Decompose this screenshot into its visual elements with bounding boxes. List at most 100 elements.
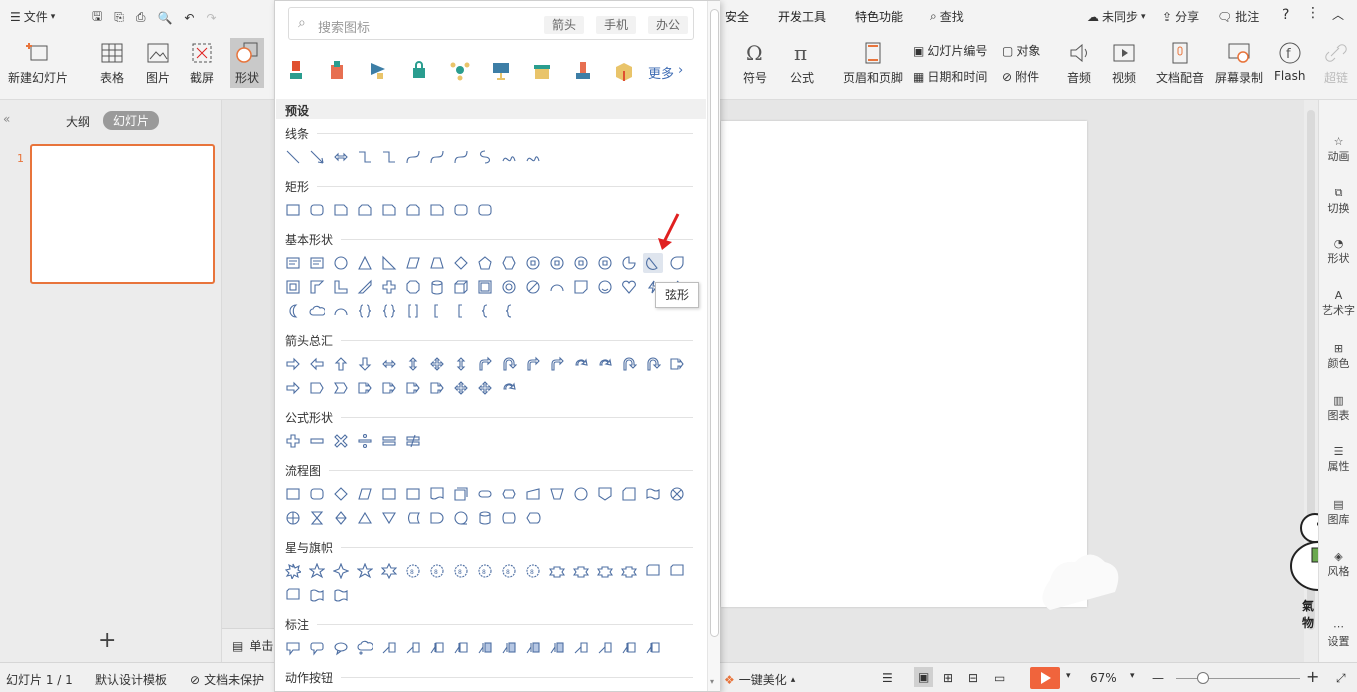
shape-offpage-icon[interactable] xyxy=(595,484,615,504)
shape-arc-icon[interactable] xyxy=(547,277,567,297)
shape-callrect-icon[interactable] xyxy=(283,638,303,658)
save-icon[interactable]: 🖫 xyxy=(92,7,102,28)
presenter-view-icon[interactable]: ▭ xyxy=(994,671,1005,685)
shape-rrect-icon[interactable] xyxy=(307,200,327,220)
formula-button[interactable]: π 公式 xyxy=(789,40,815,86)
shape-wave-icon[interactable] xyxy=(307,585,327,605)
shape-num-icon[interactable] xyxy=(523,253,543,273)
picture-button[interactable]: 图片 xyxy=(145,40,171,86)
search-input[interactable]: 搜索图标 xyxy=(318,17,370,36)
shape-divide-icon[interactable] xyxy=(355,431,375,451)
hyperlink-button[interactable]: 超链 xyxy=(1323,40,1349,86)
shape-fold-icon[interactable] xyxy=(571,277,591,297)
slide-canvas[interactable] xyxy=(721,121,1087,607)
play-button[interactable] xyxy=(1030,667,1060,689)
shape-quad-icon[interactable] xyxy=(451,378,471,398)
find-button[interactable]: ⌕ 查找 xyxy=(930,8,964,25)
shape-circle-icon[interactable] xyxy=(571,484,591,504)
shape-lrarrow-icon[interactable] xyxy=(379,354,399,374)
shape-callbar-icon[interactable] xyxy=(427,638,447,658)
shape-minus-icon[interactable] xyxy=(307,431,327,451)
shape-callline-icon[interactable] xyxy=(379,638,399,658)
object-button[interactable]: ▢ 对象 xyxy=(1002,42,1040,59)
shape-rect-icon[interactable] xyxy=(283,200,303,220)
more-icon[interactable]: ⋮ xyxy=(1306,5,1320,21)
shape-can-icon[interactable] xyxy=(427,277,447,297)
shape-circarrow-icon[interactable] xyxy=(595,354,615,374)
zoom-slider-handle[interactable] xyxy=(1197,672,1209,684)
shape-callrrect-icon[interactable] xyxy=(307,638,327,658)
shape-cube-icon[interactable] xyxy=(451,277,471,297)
dropdown-scrollbar[interactable]: ▾ xyxy=(707,1,720,691)
outline-view-icon[interactable]: ☰ xyxy=(882,671,893,685)
building-icon[interactable] xyxy=(326,59,348,81)
shape-trap-icon[interactable] xyxy=(427,253,447,273)
shape-rrect-icon[interactable] xyxy=(451,200,471,220)
shape-snip-icon[interactable] xyxy=(331,200,351,220)
header-footer-button[interactable]: 页眉和页脚 xyxy=(843,40,903,86)
shape-tape-icon[interactable] xyxy=(643,484,663,504)
shape-wave-icon[interactable] xyxy=(331,585,351,605)
shape-noentry-icon[interactable] xyxy=(523,277,543,297)
shape-callfill-icon[interactable] xyxy=(523,638,543,658)
shape-scroll-icon[interactable] xyxy=(283,585,303,605)
shape-callfill-icon[interactable] xyxy=(475,638,495,658)
shape-smile-icon[interactable] xyxy=(595,277,615,297)
shape-diamond-icon[interactable] xyxy=(331,484,351,504)
shape-quad-icon[interactable] xyxy=(475,378,495,398)
shape-bent-icon[interactable] xyxy=(523,354,543,374)
shape-donut-icon[interactable] xyxy=(499,277,519,297)
shape-display-icon[interactable] xyxy=(523,508,543,528)
network-icon[interactable] xyxy=(449,59,471,81)
shape-hex-icon[interactable] xyxy=(499,253,519,273)
template-name[interactable]: 默认设计模板 xyxy=(95,671,167,688)
pane-settings[interactable]: ⋯ 设置 xyxy=(1319,620,1357,649)
pane-shape[interactable]: ◔ 形状 xyxy=(1319,237,1357,266)
icon-search-box[interactable]: ⌕ 搜索图标 箭头 手机 办公 xyxy=(288,7,694,40)
pane-properties[interactable]: ☰ 属性 xyxy=(1319,445,1357,474)
shape-stored-icon[interactable] xyxy=(403,508,423,528)
new-slide-button[interactable]: 新建幻灯片 xyxy=(8,40,68,86)
shape-scurve-icon[interactable] xyxy=(475,147,495,167)
shape-heart-icon[interactable] xyxy=(619,277,639,297)
screenshot-button[interactable]: 截屏 xyxy=(189,40,215,86)
shape-rect-icon[interactable] xyxy=(403,484,423,504)
share-button[interactable]: ⇪ 分享 xyxy=(1162,8,1199,25)
table-button[interactable]: 表格 xyxy=(99,40,125,86)
shape-term-icon[interactable] xyxy=(475,484,495,504)
screen-record-button[interactable]: 屏幕录制 xyxy=(1215,40,1263,86)
shape-moon-icon[interactable] xyxy=(283,301,303,321)
shape-starN-icon[interactable]: 8 xyxy=(523,561,543,581)
shape-button[interactable]: 形状 xyxy=(230,38,264,88)
shape-callbar-icon[interactable] xyxy=(451,638,471,658)
search-tag-arrow[interactable]: 箭头 xyxy=(544,16,585,34)
shape-elbow-icon[interactable] xyxy=(355,147,375,167)
help-button[interactable]: ? xyxy=(1282,7,1289,23)
pane-animation[interactable]: ☆ 动画 xyxy=(1319,135,1357,164)
shape-diag-icon[interactable] xyxy=(355,277,375,297)
shape-arc-icon[interactable] xyxy=(331,301,351,321)
attachment-button[interactable]: ⊘ 附件 xyxy=(1002,68,1039,85)
shape-pie-icon[interactable] xyxy=(619,253,639,273)
shape-star5-icon[interactable] xyxy=(307,561,327,581)
sync-status[interactable]: ☁ 未同步 ▾ xyxy=(1087,8,1146,25)
symbol-button[interactable]: Ω 符号 xyxy=(742,40,768,86)
shape-direct-icon[interactable] xyxy=(499,508,519,528)
zoom-in-icon[interactable]: + xyxy=(1306,667,1319,686)
shape-merge-icon[interactable] xyxy=(379,508,399,528)
normal-view-icon[interactable]: ▣ xyxy=(914,667,934,687)
shape-rarrow-icon[interactable] xyxy=(283,354,303,374)
shape-snip-icon[interactable] xyxy=(379,200,399,220)
collapse-ribbon-icon[interactable]: ︿ xyxy=(1332,6,1344,23)
protection-status[interactable]: ⊘ 文档未保护 xyxy=(190,671,264,688)
print-preview-icon[interactable]: 🔍 xyxy=(157,11,172,25)
beautify-button[interactable]: ❖ 一键美化 ▴ xyxy=(724,671,795,688)
shape-oct-icon[interactable] xyxy=(403,277,423,297)
shape-collate-icon[interactable] xyxy=(307,508,327,528)
flag-icon[interactable] xyxy=(367,59,389,81)
shape-bent-icon[interactable] xyxy=(475,354,495,374)
shape-snip2-icon[interactable] xyxy=(355,200,375,220)
shape-disk-icon[interactable] xyxy=(475,508,495,528)
collapse-pane-icon[interactable]: « xyxy=(3,112,10,126)
shape-para-icon[interactable] xyxy=(403,253,423,273)
